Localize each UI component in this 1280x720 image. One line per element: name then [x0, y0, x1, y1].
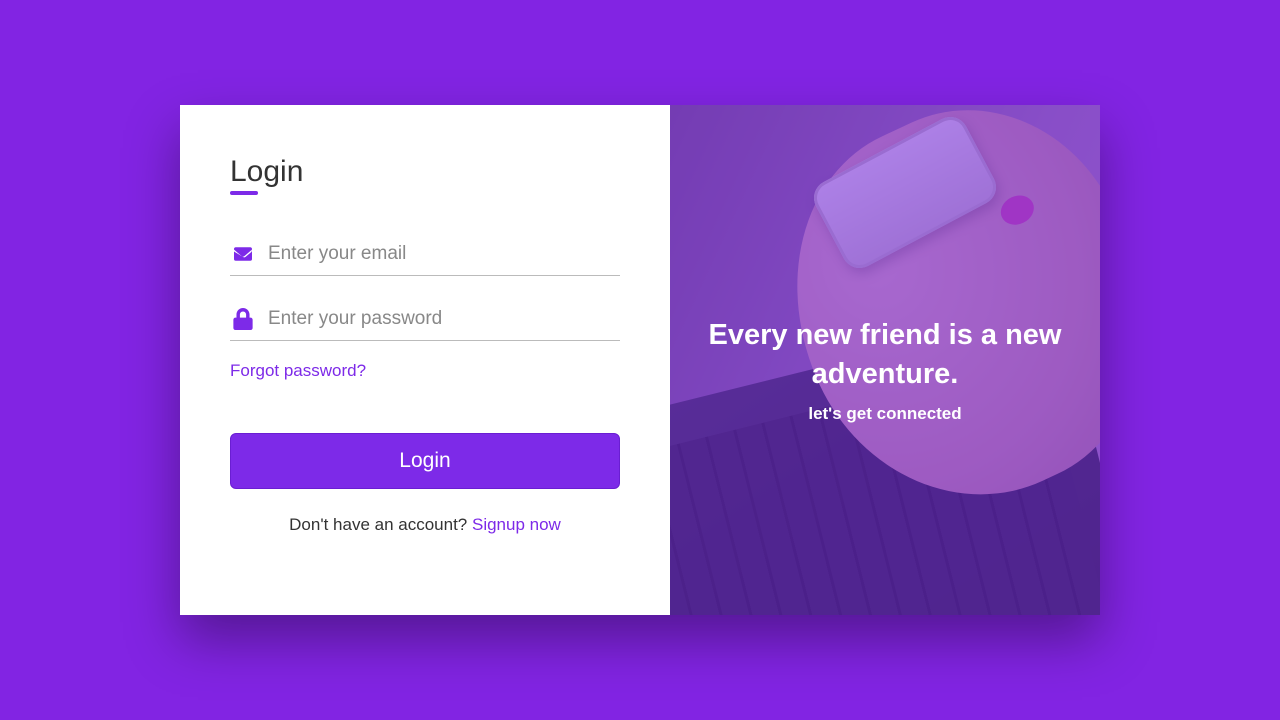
email-input[interactable]	[268, 243, 620, 265]
email-field-row	[230, 235, 620, 276]
login-form-panel: Login Forgot password? Login Don't have …	[180, 105, 670, 615]
signup-prompt-line: Don't have an account? Signup now	[230, 515, 620, 535]
signup-link[interactable]: Signup now	[472, 515, 561, 534]
promo-title: Every new friend is a new adventure.	[690, 316, 1080, 394]
login-button[interactable]: Login	[230, 433, 620, 489]
signup-prompt-text: Don't have an account?	[289, 515, 472, 534]
password-input[interactable]	[268, 308, 620, 330]
password-field-row	[230, 300, 620, 341]
forgot-password-link[interactable]: Forgot password?	[230, 361, 366, 381]
login-card: Login Forgot password? Login Don't have …	[180, 105, 1100, 615]
page-title: Login	[230, 155, 303, 189]
envelope-icon	[230, 245, 256, 263]
form-fields	[230, 235, 620, 365]
promo-panel: Every new friend is a new adventure. let…	[670, 105, 1100, 615]
promo-subtitle: let's get connected	[690, 404, 1080, 424]
promo-copy: Every new friend is a new adventure. let…	[670, 316, 1100, 424]
lock-icon	[230, 308, 256, 330]
